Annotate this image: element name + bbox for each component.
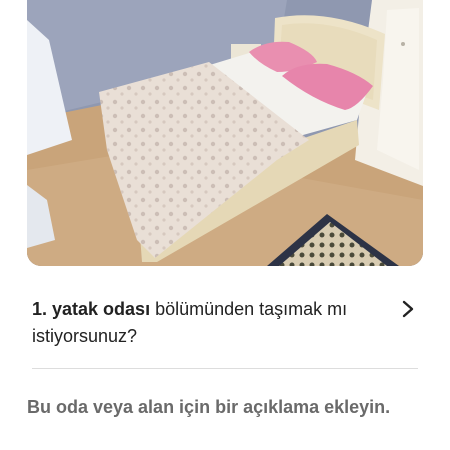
divider bbox=[32, 368, 418, 369]
room-name: 1. yatak odası bbox=[32, 299, 151, 319]
move-room-prompt[interactable]: 1. yatak odası bölümünden taşımak mı ist… bbox=[32, 296, 420, 354]
move-room-question: 1. yatak odası bölümünden taşımak mı ist… bbox=[32, 296, 382, 350]
bedroom-photo-illustration bbox=[27, 0, 423, 266]
room-photo bbox=[27, 0, 423, 266]
chevron-right-icon[interactable] bbox=[400, 298, 416, 320]
add-description-link[interactable]: Bu oda veya alan için bir açıklama ekley… bbox=[27, 397, 390, 418]
